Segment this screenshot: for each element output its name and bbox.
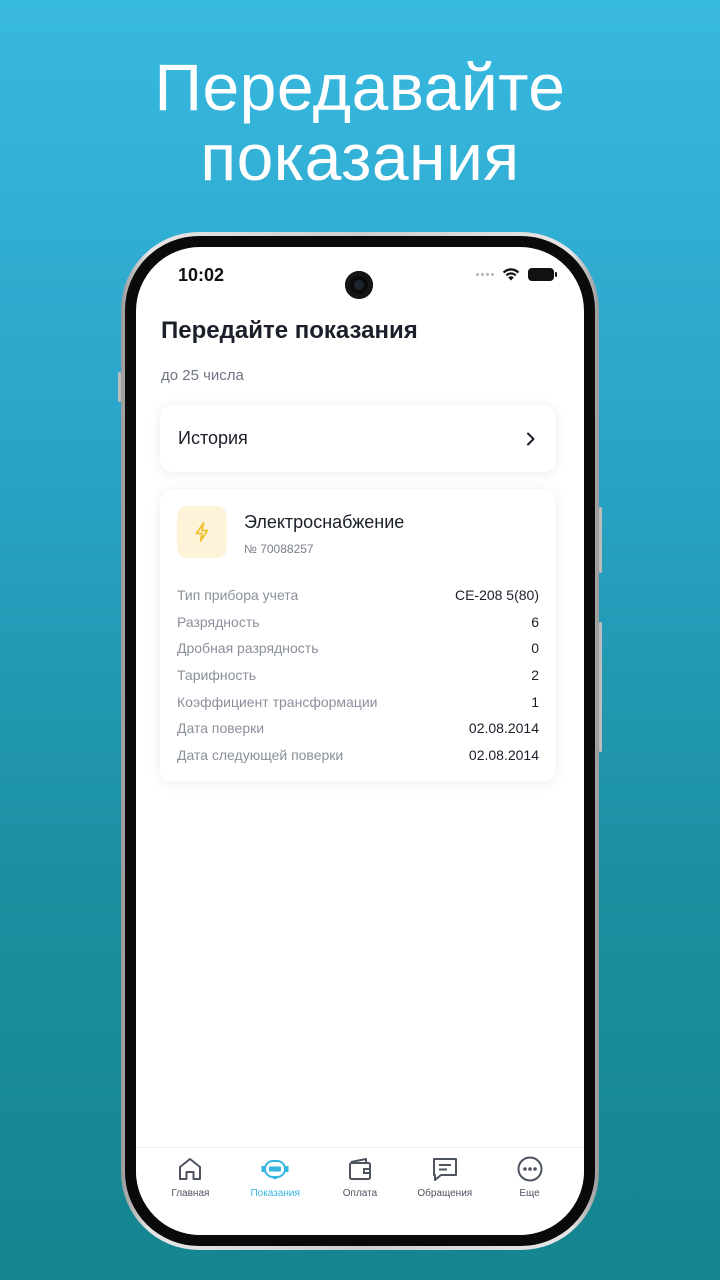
detail-value: 0	[531, 640, 539, 657]
signal-icon	[476, 272, 494, 276]
detail-row: Коэффициент трансформации 1	[177, 688, 539, 715]
detail-row: Дата следующей поверки 02.08.2014	[177, 742, 539, 769]
promo-headline: Передавайте показания	[0, 52, 720, 192]
chat-icon	[432, 1158, 457, 1181]
detail-value: 02.08.2014	[468, 720, 539, 737]
tab-more[interactable]: Еще	[488, 1148, 572, 1235]
detail-row: Дата поверки 02.08.2014	[177, 715, 539, 742]
page-title: Передайте показания	[161, 317, 418, 344]
detail-label: Тарифность	[177, 667, 257, 684]
phone-side-button	[118, 372, 121, 402]
detail-row: Тарифность 2	[177, 662, 539, 689]
detail-value: 02.08.2014	[468, 746, 539, 763]
lightning-icon	[195, 522, 209, 542]
detail-label: Тип прибора учета	[177, 587, 299, 604]
tab-payment[interactable]: Оплата	[318, 1148, 402, 1235]
bottom-tab-bar: Главная Показания Оплата Обращения Еще	[136, 1147, 584, 1235]
meter-header: Электроснабжение № 70088257	[177, 506, 539, 558]
wifi-icon	[502, 268, 520, 281]
history-label: История	[178, 428, 248, 448]
tab-readings[interactable]: Показания	[233, 1148, 317, 1235]
meter-icon	[261, 1160, 289, 1179]
meter-name: Электроснабжение	[244, 512, 405, 532]
meter-number: № 70088257	[244, 542, 314, 556]
detail-label: Коэффициент трансформации	[177, 693, 378, 710]
wallet-icon	[348, 1158, 371, 1180]
tab-home[interactable]: Главная	[148, 1148, 232, 1235]
detail-label: Дробная разрядность	[177, 640, 319, 657]
history-card[interactable]: История	[160, 405, 556, 472]
detail-row: Тип прибора учета CE-208 5(80)	[177, 582, 539, 609]
detail-label: Дата следующей поверки	[177, 746, 344, 763]
phone-screen: 10:02 Передайте показания до 25 числа Ис…	[136, 247, 584, 1235]
detail-row: Дробная разрядность 0	[177, 635, 539, 662]
phone-side-button	[599, 507, 602, 573]
front-camera	[345, 271, 373, 299]
detail-label: Разрядность	[177, 613, 260, 630]
chevron-right-icon	[527, 432, 535, 445]
tab-label: Обращения	[417, 1188, 473, 1199]
detail-value: 2	[531, 667, 539, 684]
battery-icon	[528, 267, 557, 281]
meter-info: Электроснабжение № 70088257	[244, 506, 404, 556]
phone-frame: 10:02 Передайте показания до 25 числа Ис…	[118, 232, 602, 1250]
phone-bezel: 10:02 Передайте показания до 25 числа Ис…	[125, 236, 595, 1246]
page-subtitle: до 25 числа	[161, 367, 244, 384]
status-time: 10:02	[178, 265, 225, 285]
tab-label: Оплата	[342, 1188, 378, 1199]
status-icons	[476, 267, 557, 281]
meter-details: Тип прибора учета CE-208 5(80) Разрядност…	[177, 582, 539, 768]
tab-label: Главная	[171, 1188, 210, 1199]
meter-icon-box	[177, 506, 227, 558]
more-icon	[517, 1156, 543, 1182]
detail-row: Разрядность 6	[177, 609, 539, 636]
detail-label: Дата поверки	[177, 720, 265, 737]
promo-headline-line1: Передавайте	[154, 50, 566, 124]
tab-label: Показания	[250, 1188, 300, 1199]
meter-card[interactable]: Электроснабжение № 70088257 Тип прибора …	[160, 489, 556, 782]
promo-headline-line2: показания	[200, 120, 520, 194]
tab-label: Еще	[519, 1188, 540, 1199]
phone-side-button	[599, 622, 602, 752]
detail-value: 6	[531, 613, 539, 630]
tab-requests[interactable]: Обращения	[403, 1148, 487, 1235]
status-bar: 10:02	[136, 247, 584, 301]
detail-value: 1	[531, 693, 539, 710]
home-icon	[179, 1158, 202, 1180]
detail-value: CE-208 5(80)	[454, 587, 539, 604]
